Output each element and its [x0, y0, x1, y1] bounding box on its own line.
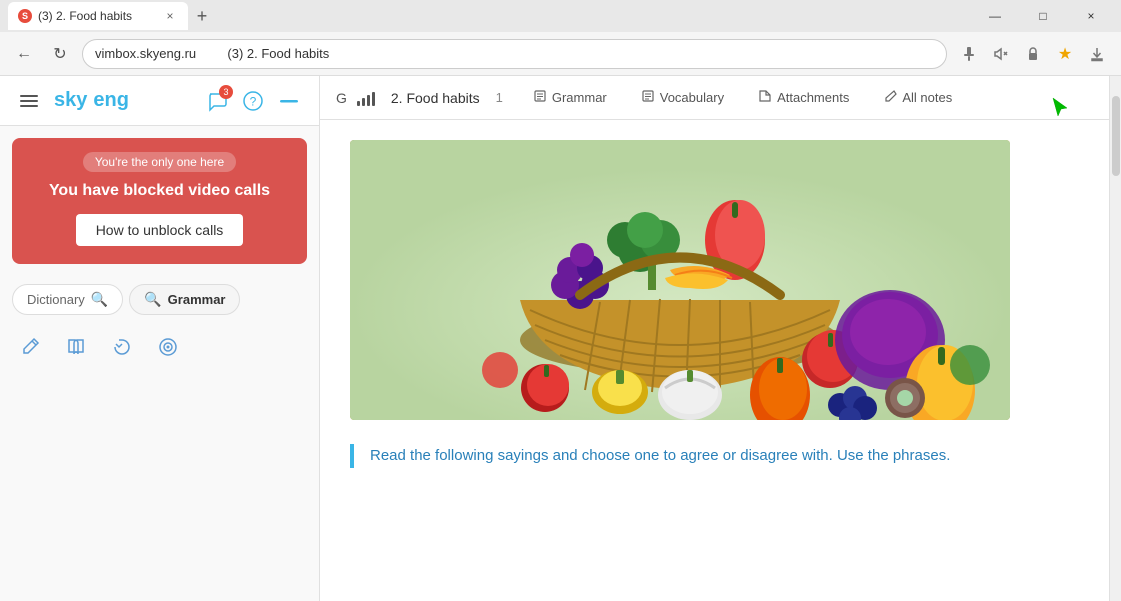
download-icon[interactable]: [1083, 40, 1111, 68]
sidebar-icons: 3 ?: [203, 87, 303, 115]
refresh-icon: [111, 336, 133, 358]
url-separator: [208, 46, 215, 61]
sidebar: skyeng 3 ?: [0, 76, 320, 601]
logo-eng: eng: [93, 89, 129, 112]
menu-line-2: [20, 100, 38, 102]
address-bar: ← ↻ vimbox.skyeng.ru (3) 2. Food habits …: [0, 32, 1121, 76]
browser-tab[interactable]: S (3) 2. Food habits ×: [8, 2, 188, 30]
refresh-tool-button[interactable]: [108, 333, 136, 361]
attachments-tab-icon: [758, 89, 772, 106]
pin-icon[interactable]: [955, 40, 983, 68]
url-bar[interactable]: vimbox.skyeng.ru (3) 2. Food habits: [82, 39, 947, 69]
tab-favicon: S: [18, 9, 32, 23]
lesson-area[interactable]: G 2. Food habits 1 Grammar Vocabulary: [320, 76, 1109, 601]
lesson-title: 2. Food habits: [391, 90, 480, 106]
all-notes-tab-label: All notes: [902, 90, 952, 105]
grammar-tab-icon: [533, 89, 547, 106]
refresh-button[interactable]: ↻: [46, 40, 74, 68]
mute-icon[interactable]: [987, 40, 1015, 68]
tab-vocabulary[interactable]: Vocabulary: [627, 81, 738, 114]
lesson-nav: G 2. Food habits 1 Grammar Vocabulary: [320, 76, 1109, 120]
grammar-tab-label: Grammar: [552, 90, 607, 105]
bookmark-icon[interactable]: ★: [1051, 40, 1079, 68]
lesson-number: 1: [496, 90, 503, 105]
bar-4: [372, 92, 375, 106]
all-notes-tab-icon: [883, 89, 897, 106]
tab-title: (3) 2. Food habits: [38, 9, 156, 23]
svg-text:?: ?: [250, 94, 257, 108]
signal-bars: [357, 90, 375, 106]
menu-icon[interactable]: [16, 91, 42, 111]
blocked-video-title: You have blocked video calls: [28, 182, 291, 200]
skyeng-logo: skyeng: [54, 89, 129, 112]
scrollbar-thumb[interactable]: [1112, 96, 1120, 176]
grammar-tab[interactable]: 🔍 Grammar: [129, 284, 240, 315]
help-button[interactable]: ?: [239, 87, 267, 115]
lesson-content: Read the following sayings and choose on…: [320, 120, 1109, 498]
cursor-indicator: [1051, 96, 1069, 124]
only-one-badge: You're the only one here: [83, 152, 236, 172]
lock-icon[interactable]: [1019, 40, 1047, 68]
minimize-icon: [278, 94, 300, 108]
tab-grammar[interactable]: Grammar: [519, 81, 621, 114]
target-icon: [157, 336, 179, 358]
minimize-button[interactable]: —: [973, 0, 1017, 32]
tool-icons: [0, 323, 319, 371]
chat-button[interactable]: 3: [203, 87, 231, 115]
toolbar-icons: ★: [955, 40, 1111, 68]
bar-3: [367, 95, 370, 106]
pen-icon: [19, 336, 41, 358]
title-bar: S (3) 2. Food habits × + — □ ×: [0, 0, 1121, 32]
lesson-g-label: G: [336, 90, 347, 106]
page-title-url: (3) 2. Food habits: [227, 46, 329, 61]
tab-strip: S (3) 2. Food habits × +: [8, 2, 973, 30]
dictionary-label: Dictionary: [27, 292, 85, 307]
tab-close-button[interactable]: ×: [162, 8, 178, 24]
logo-sky: sky: [54, 89, 87, 112]
quote-text: Read the following sayings and choose on…: [370, 444, 1089, 468]
tab-all-notes[interactable]: All notes: [869, 81, 966, 114]
minimize-sidebar-button[interactable]: [275, 87, 303, 115]
bar-1: [357, 101, 360, 106]
scrollbar-track[interactable]: [1109, 76, 1121, 601]
vegetable-basket-image: [350, 140, 1010, 420]
grammar-search-icon: 🔍: [144, 291, 161, 308]
basket-svg: [350, 140, 1010, 420]
bar-2: [362, 98, 365, 106]
quote-section: Read the following sayings and choose on…: [350, 444, 1089, 468]
new-tab-button[interactable]: +: [188, 2, 216, 30]
close-button[interactable]: ×: [1069, 0, 1113, 32]
pen-tool-button[interactable]: [16, 333, 44, 361]
url-text: vimbox.skyeng.ru: [95, 46, 196, 61]
vocabulary-tab-icon: [641, 89, 655, 106]
search-tabs: Dictionary 🔍 🔍 Grammar: [0, 276, 319, 323]
browser-content: skyeng 3 ?: [0, 76, 1121, 601]
sidebar-header: skyeng 3 ?: [0, 76, 319, 126]
window-controls: — □ ×: [973, 0, 1113, 32]
maximize-button[interactable]: □: [1021, 0, 1065, 32]
help-icon: ?: [242, 90, 264, 112]
menu-line-3: [20, 105, 38, 107]
blocked-video-card: You're the only one here You have blocke…: [12, 138, 307, 264]
book-tool-button[interactable]: [62, 333, 90, 361]
back-button[interactable]: ←: [10, 40, 38, 68]
dictionary-search-icon: 🔍: [91, 291, 108, 308]
attachments-tab-label: Attachments: [777, 90, 849, 105]
book-icon: [65, 336, 87, 358]
target-tool-button[interactable]: [154, 333, 182, 361]
unblock-calls-button[interactable]: How to unblock calls: [76, 214, 244, 246]
dictionary-tab[interactable]: Dictionary 🔍: [12, 284, 123, 315]
chat-badge: 3: [219, 85, 233, 99]
vocabulary-tab-label: Vocabulary: [660, 90, 724, 105]
tab-attachments[interactable]: Attachments: [744, 81, 863, 114]
menu-line-1: [20, 95, 38, 97]
grammar-label: Grammar: [168, 292, 226, 307]
